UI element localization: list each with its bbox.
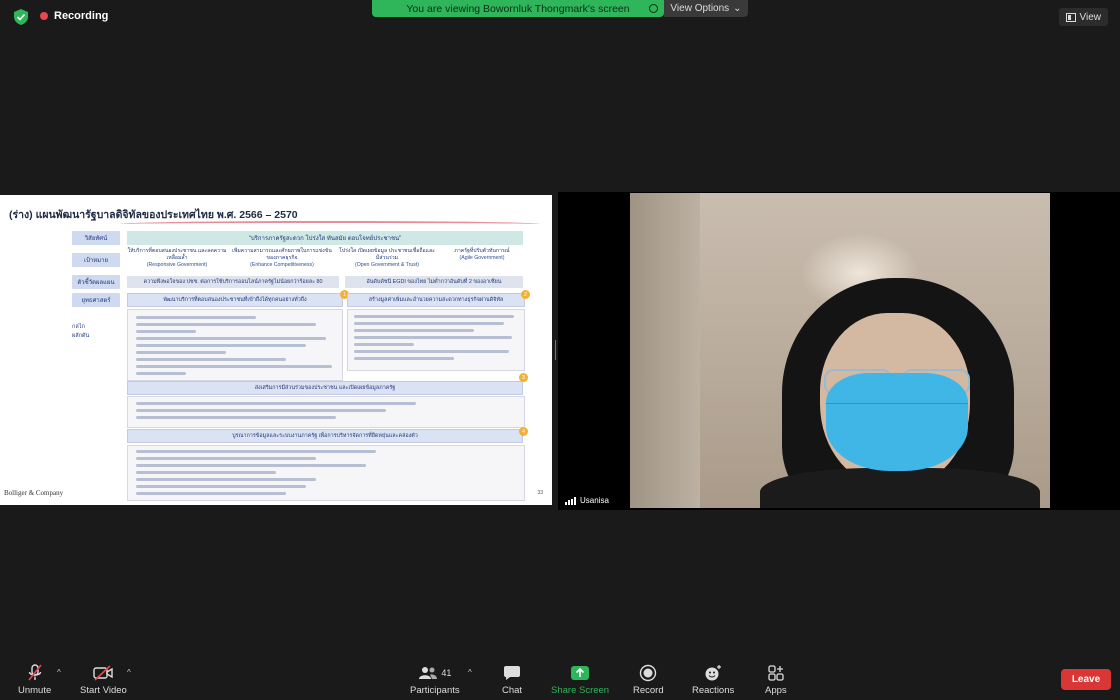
goal-en: (Open Government & Trust) <box>354 262 419 269</box>
view-options-label: View Options <box>670 3 730 14</box>
screen-share-banner: You are viewing Bowornluk Thongmark's sc… <box>372 0 664 17</box>
strategy-number-badge: 2 <box>521 290 530 299</box>
slide-logo: Bolliger & Company <box>4 489 64 497</box>
label-strategy: ยุทธศาสตร์ <box>72 293 120 307</box>
goal-item: ให้บริการที่ตอบสนองประชาชน และลดความเหลื… <box>127 248 227 272</box>
goal-en: (Agile Government) <box>459 255 505 262</box>
strategy-heading: บูรณาการข้อมูลและระบบงานภาครัฐ เพื่อการบ… <box>127 429 523 443</box>
participants-label: Participants <box>410 685 460 696</box>
signal-strength-icon <box>565 496 576 505</box>
kpi-item: ความพึงพอใจของ ปชช. ต่อการใช้บริการออนไล… <box>127 276 339 288</box>
goal-text: ให้บริการที่ตอบสนองประชาชน และลดความเหลื… <box>127 248 227 262</box>
screen-share-banner-text: You are viewing Bowornluk Thongmark's sc… <box>406 2 630 15</box>
record-label: Record <box>633 685 664 696</box>
participant-video <box>630 193 1050 508</box>
start-video-button[interactable]: Start Video <box>80 664 127 696</box>
share-screen-label: Share Screen <box>551 685 610 696</box>
label-mechanism: กลไก ผลักดัน <box>72 324 90 339</box>
apps-button[interactable]: Apps <box>765 664 787 696</box>
strategy-number-badge: 4 <box>519 427 528 436</box>
chat-label: Chat <box>502 685 523 696</box>
kpi-item: อันดับดัชนี EGDI ของไทย ไม่ต่ำกว่าอันดับ… <box>345 276 523 288</box>
view-grid-icon <box>1065 12 1076 22</box>
strategy-heading: ส่งเสริมการมีส่วนร่วมของประชาชน และเปิดเ… <box>127 381 523 395</box>
record-icon <box>640 664 657 682</box>
view-button-label: View <box>1079 11 1102 23</box>
participants-button[interactable]: 41 Participants <box>410 664 460 696</box>
label-vision: วิสัยทัศน์ <box>72 231 120 245</box>
goal-item: ภาครัฐที่ปรับตัวทันการณ์ (Agile Governme… <box>440 248 524 272</box>
goal-text: เพิ่มความสามารถและศักยภาพในการแข่งขันของ… <box>232 248 332 262</box>
strategy-heading: สร้างมูลค่าเพิ่มและอำนวยความสะดวกทางธุรก… <box>347 293 525 307</box>
recording-indicator[interactable]: Recording <box>40 10 108 22</box>
share-screen-icon <box>571 666 590 680</box>
face-mask <box>826 373 968 471</box>
shield-check-icon[interactable] <box>14 9 28 25</box>
unmute-label: Unmute <box>18 685 52 696</box>
slide-page-number: 33 <box>537 490 543 496</box>
label-kpi: ตัวชี้วัดผลแผน <box>72 275 120 289</box>
emoji-reactions-icon <box>705 665 722 681</box>
chat-button[interactable]: Chat <box>502 664 522 696</box>
apps-label: Apps <box>765 685 787 696</box>
banner-status-icon <box>649 4 658 13</box>
participant-name-tag: Usanisa <box>561 494 613 507</box>
leave-button[interactable]: Leave <box>1061 669 1111 690</box>
video-options-caret-icon[interactable]: ^ <box>127 668 131 677</box>
unmute-button[interactable]: Unmute <box>18 664 51 696</box>
top-bar: Recording You are viewing Bowornluk Thon… <box>0 0 1120 34</box>
recording-dot-icon <box>40 12 48 20</box>
title-underline <box>120 221 540 227</box>
chevron-down-icon: ⌄ <box>733 3 742 14</box>
view-button[interactable]: View <box>1058 8 1108 26</box>
participant-video-tile[interactable]: Usanisa <box>558 192 1120 510</box>
record-button[interactable]: Record <box>633 664 664 696</box>
microphone-muted-icon <box>28 664 42 681</box>
strategy-number-badge: 3 <box>519 373 528 382</box>
label-goals: เป้าหมาย <box>72 253 120 267</box>
vision-statement: "บริการภาครัฐสะดวก โปร่งใส ทันสมัย ตอบโจ… <box>127 231 523 245</box>
strategy-detail-box <box>127 445 525 501</box>
recording-label: Recording <box>54 10 109 22</box>
goal-en: (Enhance Competitiveness) <box>250 262 314 269</box>
start-video-label: Start Video <box>80 685 127 696</box>
participants-count: 41 <box>441 668 452 678</box>
view-options-button[interactable]: View Options ⌄ <box>664 0 748 17</box>
goal-item: เพิ่มความสามารถและศักยภาพในการแข่งขันของ… <box>230 248 334 272</box>
video-camera-off-icon <box>93 665 114 681</box>
goal-text: โปร่งใส เปิดเผยข้อมูล ประชาชนเชื่อถือและ… <box>339 248 435 262</box>
chat-bubble-icon <box>504 666 521 680</box>
meeting-toolbar: Unmute ^ Start Video ^ 41 Participants ^ <box>0 658 1120 700</box>
goal-text: ภาครัฐที่ปรับตัวทันการณ์ <box>454 248 510 254</box>
shared-screen-slide: (ร่าง) แผนพัฒนารัฐบาลดิจิทัลของประเทศไทย… <box>0 195 552 505</box>
strategy-heading: พัฒนาบริการที่ตอบสนองประชาชนที่เข้าถึงได… <box>127 293 343 307</box>
audio-options-caret-icon[interactable]: ^ <box>57 668 61 677</box>
share-screen-button[interactable]: Share Screen <box>551 664 609 696</box>
strategy-detail-box <box>127 309 343 381</box>
goal-item: โปร่งใส เปิดเผยข้อมูล ประชาชนเชื่อถือและ… <box>338 248 436 272</box>
participants-icon <box>419 667 438 679</box>
reactions-label: Reactions <box>692 685 735 696</box>
strategy-detail-box <box>127 396 525 428</box>
participants-options-caret-icon[interactable]: ^ <box>468 668 472 677</box>
apps-icon <box>768 665 784 681</box>
strategy-detail-box <box>347 309 525 371</box>
goal-en: (Responsive Government) <box>146 262 208 269</box>
participant-name: Usanisa <box>580 496 609 505</box>
reactions-button[interactable]: Reactions <box>692 664 734 696</box>
